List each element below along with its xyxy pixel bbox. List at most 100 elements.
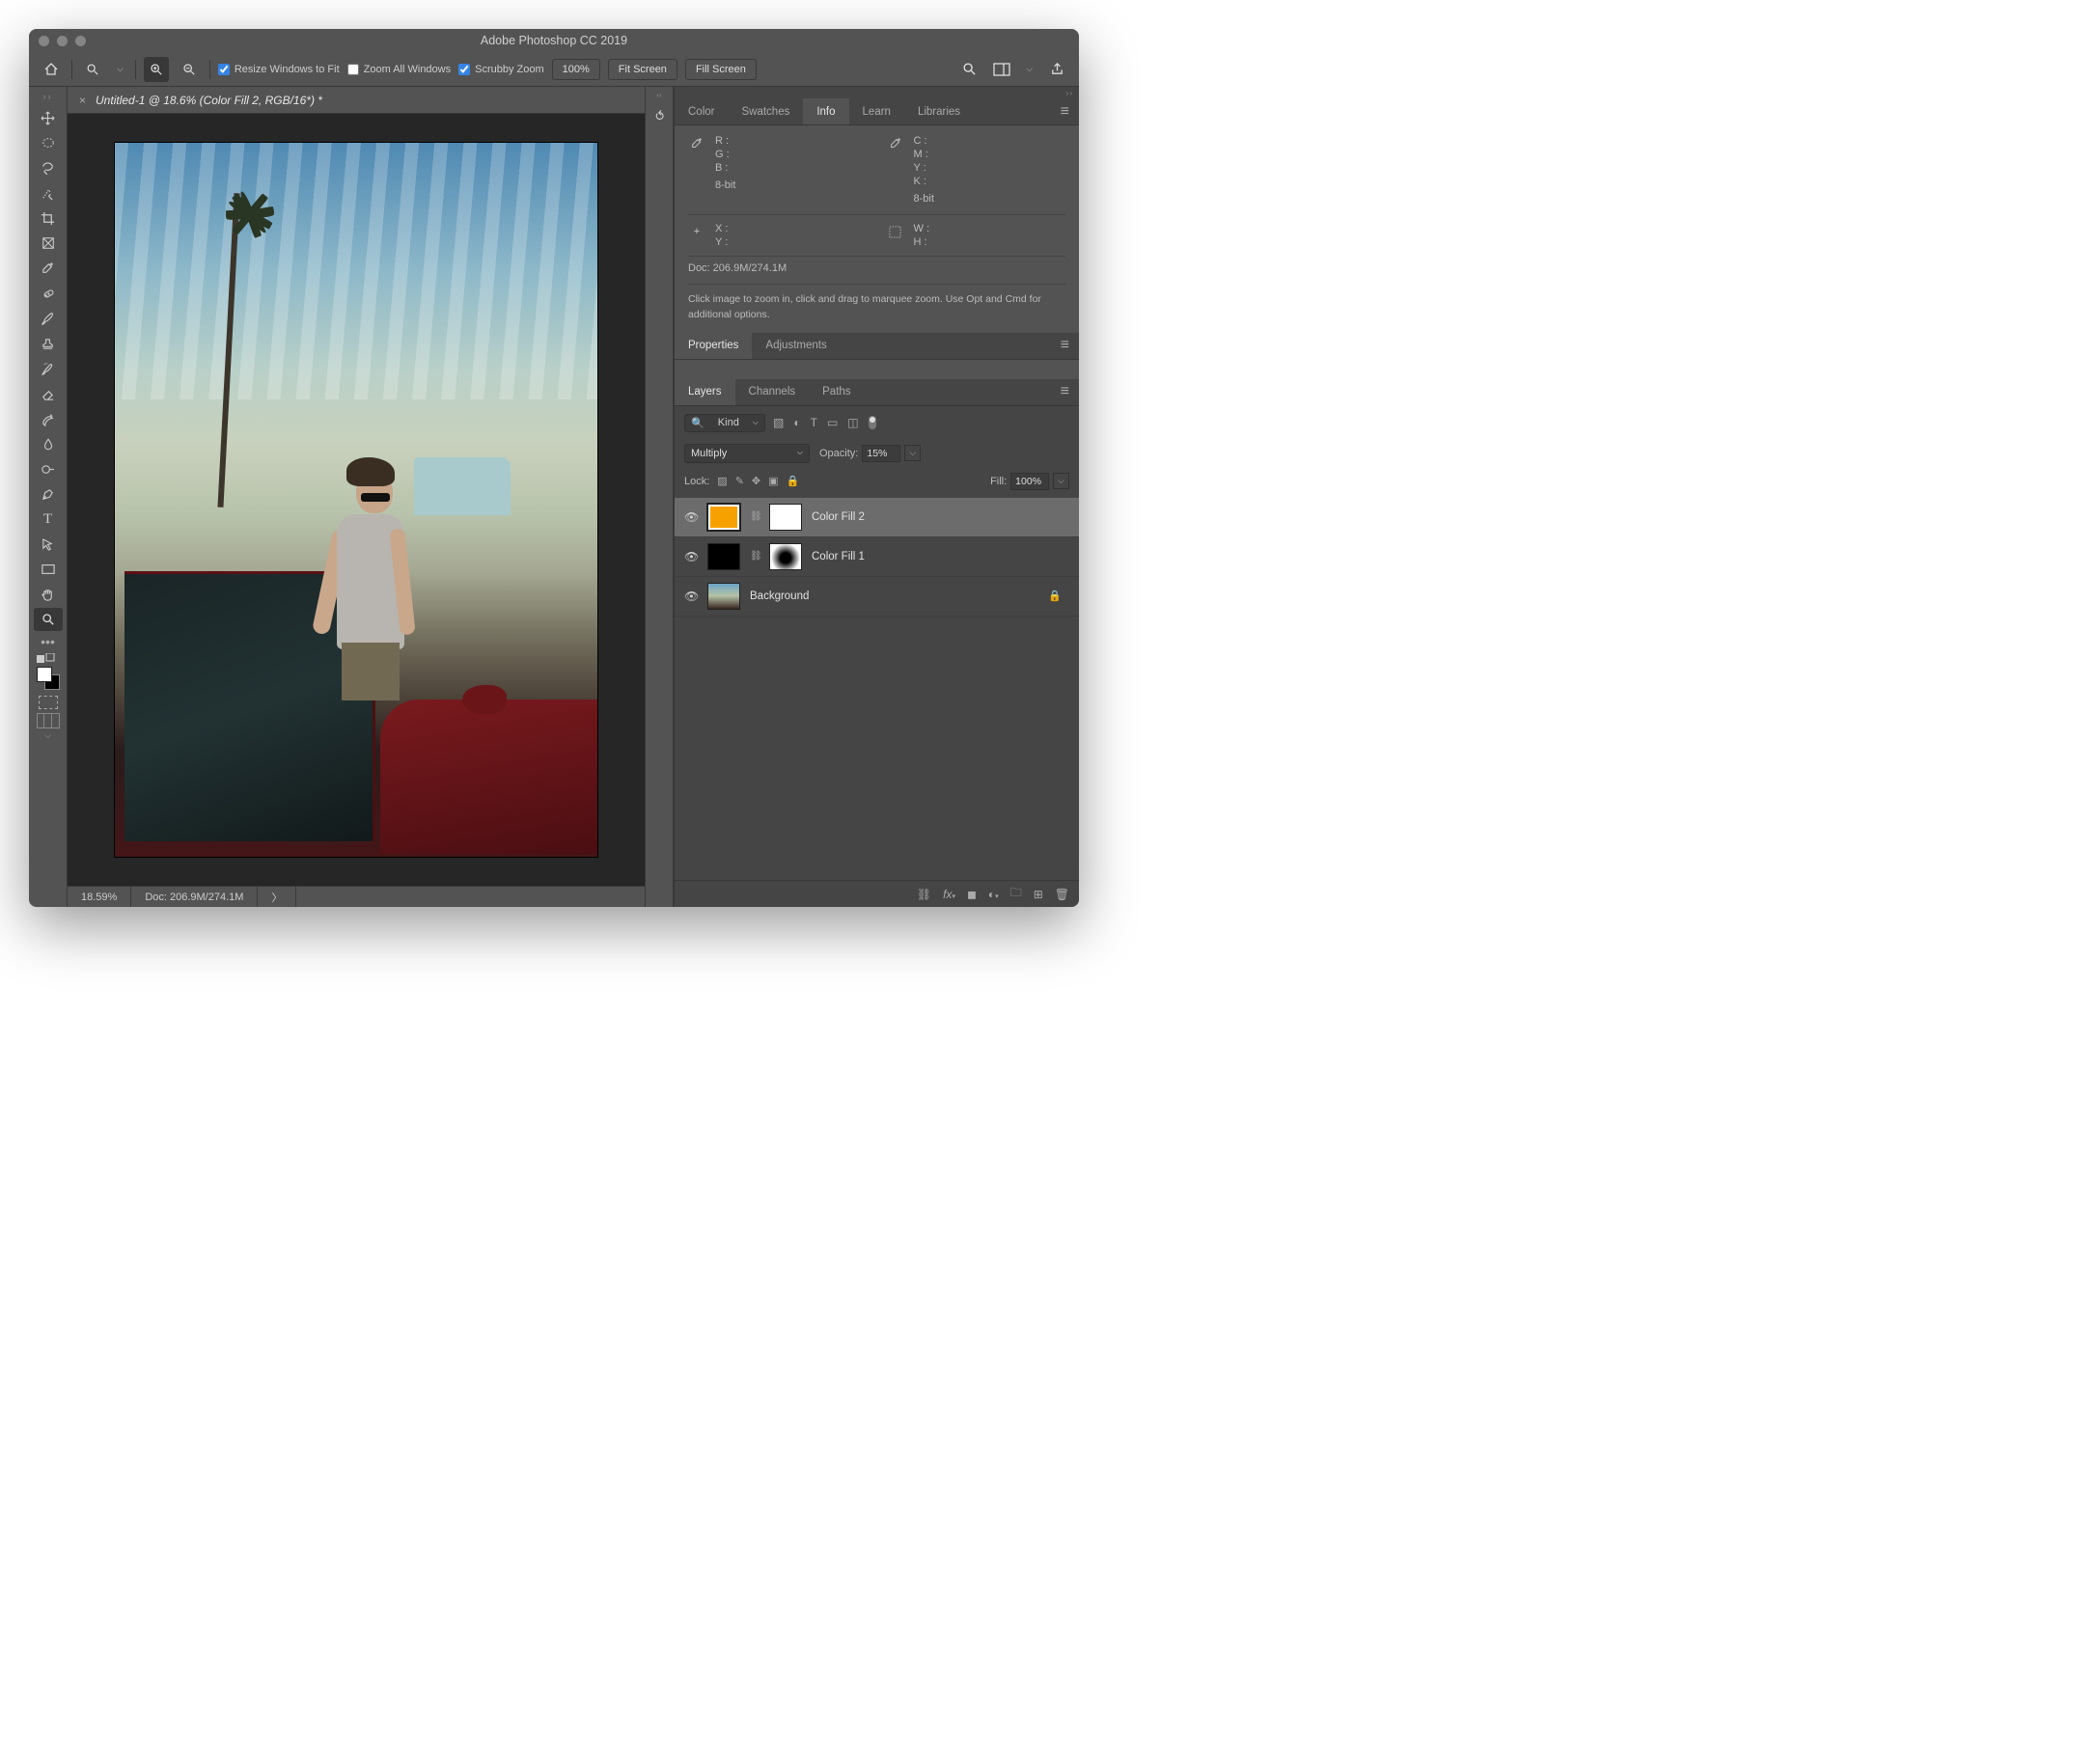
new-group-icon[interactable]: 🗀	[1010, 884, 1022, 904]
visibility-icon[interactable]: 👁	[684, 510, 698, 524]
filter-smart-icon[interactable]: ◫	[847, 416, 858, 429]
maximize-window-button[interactable]	[75, 36, 86, 46]
blur-tool[interactable]	[34, 432, 63, 455]
quick-select-tool[interactable]	[34, 181, 63, 205]
layer-name[interactable]: Background	[750, 590, 809, 602]
dock-collapse[interactable]: ‹‹	[656, 91, 661, 99]
layer-row[interactable]: 👁 ⛓ Color Fill 2	[675, 498, 1079, 537]
layer-filter-kind[interactable]: 🔍Kind⌵	[684, 414, 765, 432]
status-zoom[interactable]: 18.59%	[68, 887, 131, 907]
crop-tool[interactable]	[34, 206, 63, 230]
tool-overflow[interactable]: •••	[41, 634, 55, 649]
fill-screen-button[interactable]: Fill Screen	[685, 59, 757, 80]
link-layers-icon[interactable]: ⛓	[917, 888, 931, 901]
frame-tool[interactable]	[34, 232, 63, 255]
tab-channels[interactable]: Channels	[735, 379, 810, 405]
opacity-chevron[interactable]: ⌵	[904, 445, 921, 461]
gradient-tool[interactable]	[34, 407, 63, 430]
history-brush-tool[interactable]	[34, 357, 63, 380]
tab-learn[interactable]: Learn	[849, 98, 904, 124]
path-select-tool[interactable]	[34, 533, 63, 556]
mask-thumb[interactable]	[769, 543, 802, 570]
lock-artboard-icon[interactable]: ▣	[768, 475, 778, 487]
opacity-input[interactable]	[862, 445, 900, 462]
zoom-out-icon[interactable]	[177, 57, 202, 82]
properties-panel-menu-icon[interactable]: ≡	[1051, 337, 1079, 354]
workspace-icon[interactable]	[989, 57, 1014, 82]
close-tab-icon[interactable]: ×	[79, 94, 86, 107]
heal-tool[interactable]	[34, 282, 63, 305]
fit-screen-button[interactable]: Fit Screen	[608, 59, 677, 80]
brush-tool[interactable]	[34, 307, 63, 330]
layers-panel-menu-icon[interactable]: ≡	[1051, 383, 1079, 400]
hand-tool[interactable]	[34, 583, 63, 606]
pen-tool[interactable]	[34, 482, 63, 506]
screen-mode-chevron[interactable]: ⌵	[44, 730, 51, 741]
move-tool[interactable]	[34, 106, 63, 129]
layer-thumb[interactable]	[707, 583, 740, 610]
delete-layer-icon[interactable]: 🗑	[1055, 888, 1069, 901]
lock-position-icon[interactable]: ✥	[752, 475, 760, 487]
fill-input[interactable]	[1010, 473, 1049, 490]
scrubby-zoom-checkbox[interactable]: Scrubby Zoom	[458, 64, 544, 75]
home-button[interactable]	[39, 57, 64, 82]
filter-adjust-icon[interactable]: ◐	[793, 416, 800, 429]
zoom-all-checkbox[interactable]: Zoom All Windows	[347, 64, 451, 75]
share-icon[interactable]	[1044, 57, 1069, 82]
marquee-tool[interactable]	[34, 131, 63, 154]
history-panel-icon[interactable]: ⟲	[649, 105, 669, 124]
tab-color[interactable]: Color	[675, 98, 728, 124]
layer-row[interactable]: 👁 ⛓ Color Fill 1	[675, 537, 1079, 577]
stamp-tool[interactable]	[34, 332, 63, 355]
fill-chevron[interactable]: ⌵	[1053, 473, 1069, 489]
layer-name[interactable]: Color Fill 1	[812, 551, 865, 562]
document-tab-title[interactable]: Untitled-1 @ 18.6% (Color Fill 2, RGB/16…	[96, 94, 322, 107]
canvas-area[interactable]	[68, 114, 645, 886]
filter-type-icon[interactable]: T	[811, 416, 817, 429]
lasso-tool[interactable]	[34, 156, 63, 179]
zoom-in-icon[interactable]	[144, 57, 169, 82]
lock-transparency-icon[interactable]: ▨	[717, 475, 727, 487]
tool-preset-icon[interactable]	[80, 57, 105, 82]
filter-shape-icon[interactable]: ▭	[827, 416, 838, 429]
tools-grip[interactable]: ››	[43, 92, 53, 101]
type-tool[interactable]: T	[34, 508, 63, 531]
tab-paths[interactable]: Paths	[809, 379, 864, 405]
add-mask-icon[interactable]: ◼	[967, 888, 977, 901]
layer-fx-icon[interactable]: fx▾	[943, 888, 955, 901]
zoom-percent-button[interactable]: 100%	[552, 59, 600, 80]
panel-collapse-icon[interactable]: ››	[675, 87, 1079, 98]
tab-info[interactable]: Info	[803, 98, 848, 124]
info-panel-menu-icon[interactable]: ≡	[1051, 103, 1079, 121]
status-doc-size[interactable]: Doc: 206.9M/274.1M	[131, 887, 258, 907]
screen-mode-icon[interactable]	[37, 713, 60, 728]
minimize-window-button[interactable]	[57, 36, 68, 46]
resize-windows-checkbox[interactable]: Resize Windows to Fit	[218, 64, 340, 75]
new-adjustment-icon[interactable]: ◐▾	[988, 888, 999, 901]
shape-tool[interactable]	[34, 558, 63, 581]
blend-mode-select[interactable]: Multiply⌵	[684, 444, 810, 463]
tab-swatches[interactable]: Swatches	[728, 98, 803, 124]
eraser-tool[interactable]	[34, 382, 63, 405]
search-icon[interactable]	[956, 57, 981, 82]
layer-name[interactable]: Color Fill 2	[812, 511, 865, 523]
new-layer-icon[interactable]: ⊞	[1034, 888, 1043, 901]
tool-preset-chevron[interactable]: ⌵	[113, 64, 127, 74]
mask-link-icon[interactable]: ⛓	[750, 511, 760, 522]
close-window-button[interactable]	[39, 36, 49, 46]
color-swatches[interactable]	[37, 667, 60, 690]
mask-thumb[interactable]	[769, 504, 802, 531]
tab-layers[interactable]: Layers	[675, 379, 735, 405]
workspace-chevron[interactable]: ⌵	[1022, 64, 1036, 74]
filter-pixel-icon[interactable]: ▧	[773, 416, 784, 429]
lock-all-icon[interactable]: 🔒	[787, 475, 800, 487]
mask-link-icon[interactable]: ⛓	[750, 551, 760, 562]
eyedropper-tool[interactable]	[34, 257, 63, 280]
tab-properties[interactable]: Properties	[675, 333, 752, 359]
tab-adjustments[interactable]: Adjustments	[752, 333, 840, 359]
foreground-swatch[interactable]	[37, 667, 52, 682]
layer-row[interactable]: 👁 Background 🔒	[675, 577, 1079, 617]
visibility-icon[interactable]: 👁	[684, 550, 698, 563]
layer-thumb[interactable]	[707, 543, 740, 570]
filter-toggle-icon[interactable]	[869, 416, 876, 429]
